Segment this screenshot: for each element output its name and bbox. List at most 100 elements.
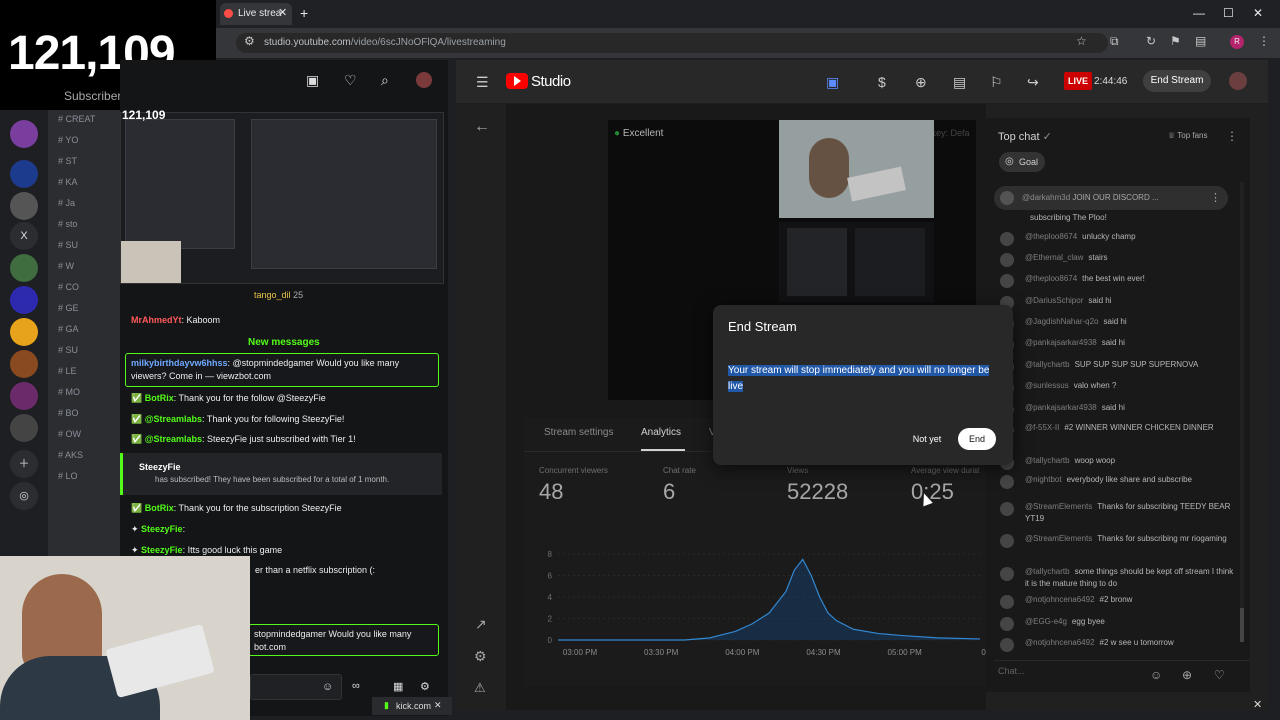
channel-name: SU <box>65 240 79 250</box>
channel-item[interactable]: # SU <box>58 345 78 355</box>
channel-name: SU <box>65 345 79 355</box>
new-tab-button[interactable]: + <box>300 5 308 21</box>
message-text: : Itts good luck this game <box>182 545 283 555</box>
kick-stream-preview <box>120 112 444 284</box>
trash-icon[interactable]: ▤ <box>1195 34 1206 48</box>
channel-item[interactable]: # sto <box>58 219 78 229</box>
message-text: : SteezyFie just subscribed with Tier 1! <box>202 434 356 444</box>
server-icon[interactable] <box>10 160 38 188</box>
message-author: BotRix <box>144 393 174 403</box>
monetization-icon[interactable]: $ <box>878 74 886 90</box>
kick-avatar[interactable] <box>416 72 432 88</box>
server-icon[interactable] <box>10 382 38 410</box>
stream-type-icon[interactable]: ▣ <box>826 74 839 91</box>
site-info-icon[interactable]: ⚙ <box>244 34 255 48</box>
channel-item[interactable]: # KA <box>58 177 78 187</box>
kick-tab-close-icon[interactable]: ✕ <box>434 700 442 711</box>
tab-close-icon[interactable]: ✕ <box>278 6 287 19</box>
server-icon[interactable] <box>10 120 38 148</box>
message-author: @Streamlabs <box>144 414 203 424</box>
channel-avatar[interactable] <box>1229 72 1247 90</box>
end-button[interactable]: End <box>958 428 996 450</box>
top-user-count: 25 <box>293 290 304 300</box>
kick-message: ✦ SteezyFie: <box>131 524 186 534</box>
channel-item[interactable]: # BO <box>58 408 79 418</box>
clapper-icon[interactable]: ▤ <box>953 74 966 91</box>
share-icon[interactable]: ↪ <box>1027 74 1039 91</box>
play-triangle-icon <box>514 76 521 86</box>
channel-item[interactable]: # GA <box>58 324 79 334</box>
kick-message: ✅ BotRix: Thank you for the subscription… <box>131 503 342 513</box>
channel-name: ST <box>65 156 78 166</box>
taskbar-close-icon[interactable]: ✕ <box>1253 698 1262 711</box>
bookmark-star-icon[interactable]: ☆ <box>1076 34 1087 48</box>
server-icon[interactable] <box>10 414 38 442</box>
partial-line-1: stopmindedgamer Would you like many <box>254 629 412 639</box>
hash-icon: # <box>58 366 66 376</box>
server-x-icon[interactable]: X <box>10 222 38 250</box>
super-chat-icon[interactable]: ⊕ <box>915 74 927 91</box>
hash-icon: # <box>58 387 66 397</box>
explore-icon[interactable]: ◎ <box>10 482 38 510</box>
bookmark-icon[interactable]: ⚐ <box>990 74 1003 91</box>
hash-icon: # <box>58 408 66 418</box>
window-close-button[interactable]: ✕ <box>1253 6 1263 20</box>
dialog-body: Your stream will stop immediately and yo… <box>728 363 1000 395</box>
hash-icon: # <box>58 219 66 229</box>
address-bar[interactable]: studio.youtube.com/video/6scJNoOFlQA/liv… <box>236 33 1108 53</box>
channel-item[interactable]: # Ja <box>58 198 75 208</box>
kick-message-highlight: milkybirthdayvw6hhss: @stopmindedgamer W… <box>125 353 439 387</box>
partial-line-2: bot.com <box>254 642 287 652</box>
channel-name: sto <box>65 219 78 229</box>
url-host: studio.youtube.com <box>264 37 351 48</box>
link-icon[interactable]: ∞ <box>352 680 360 692</box>
channel-item[interactable]: # LO <box>58 471 78 481</box>
search-icon[interactable]: ⌕ <box>381 72 389 89</box>
browser-menu-icon[interactable]: ⋮ <box>1258 34 1270 48</box>
calendar-icon[interactable]: ▣ <box>306 72 319 89</box>
server-icon[interactable] <box>10 254 38 282</box>
end-stream-button[interactable]: End Stream <box>1143 70 1211 92</box>
sub-card-name: SteezyFie <box>139 462 181 472</box>
heart-icon[interactable]: ♡ <box>344 72 357 89</box>
channel-item[interactable]: # ST <box>58 156 77 166</box>
channel-item[interactable]: # W <box>58 261 74 271</box>
gift-icon[interactable]: ▦ <box>393 680 403 693</box>
history-icon[interactable]: ↻ <box>1146 34 1156 48</box>
profile-avatar[interactable]: R <box>1230 35 1244 49</box>
server-icon[interactable] <box>10 350 38 378</box>
channel-item[interactable]: # OW <box>58 429 81 439</box>
not-yet-button[interactable]: Not yet <box>905 428 949 450</box>
channel-item[interactable]: # AKS <box>58 450 83 460</box>
channel-item[interactable]: # SU <box>58 240 78 250</box>
message-text: : Thank you for following SteezyFie! <box>202 414 345 424</box>
emoji-icon[interactable]: ☺ <box>322 681 333 693</box>
window-maximize-button[interactable]: ☐ <box>1223 6 1234 20</box>
message-author: @Streamlabs <box>144 434 203 444</box>
channel-item[interactable]: # CREAT <box>58 114 95 124</box>
add-server-icon[interactable]: ＋ <box>10 450 38 478</box>
extension-icon[interactable]: ⚑ <box>1170 34 1181 48</box>
message-author: SteezyFie <box>141 524 183 534</box>
channel-item[interactable]: # MO <box>58 387 80 397</box>
studio-logo-text: Studio <box>531 73 571 90</box>
channel-item[interactable]: # CO <box>58 282 79 292</box>
dialog-body-text: Your stream will stop immediately and yo… <box>728 365 990 392</box>
window-minimize-button[interactable]: — <box>1193 6 1205 20</box>
channel-item[interactable]: # LE <box>58 366 77 376</box>
settings-icon[interactable]: ⚙ <box>420 680 430 693</box>
channel-item[interactable]: # GE <box>58 303 79 313</box>
message-author: SteezyFie <box>141 545 183 555</box>
extensions-icon[interactable]: ⧉ <box>1110 34 1119 49</box>
hamburger-menu-icon[interactable]: ☰ <box>476 74 489 91</box>
youtube-favicon-icon <box>224 9 233 18</box>
server-icon[interactable] <box>10 318 38 346</box>
url-path: /video/6scJNoOFlQA/livestreaming <box>350 37 506 48</box>
server-icon[interactable] <box>10 192 38 220</box>
channel-name: KA <box>65 177 78 187</box>
server-icon[interactable] <box>10 286 38 314</box>
channel-item[interactable]: # YO <box>58 135 78 145</box>
channel-name: OW <box>65 429 82 439</box>
top-user-name: tango_dil <box>254 290 291 300</box>
channel-name: W <box>65 261 75 271</box>
